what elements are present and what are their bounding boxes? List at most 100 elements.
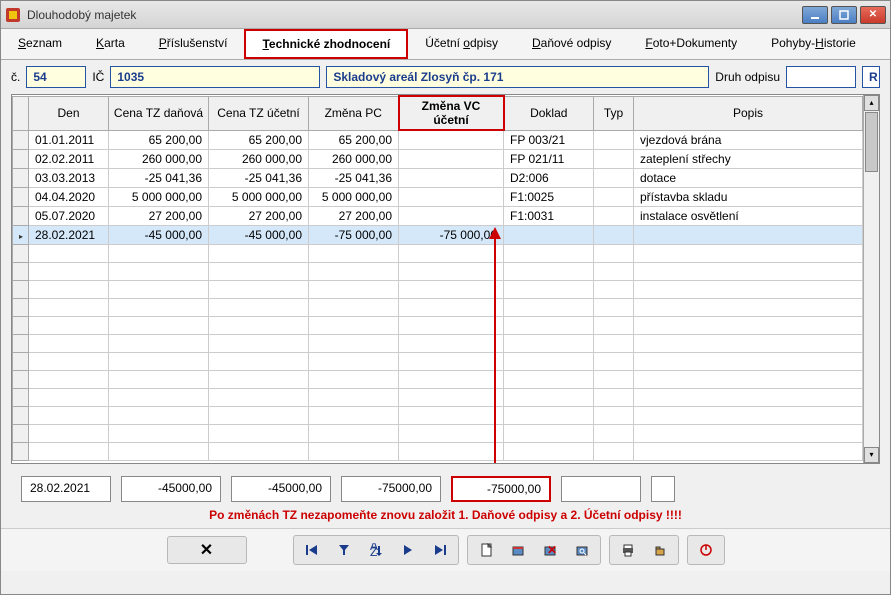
cell-zpc[interactable]	[309, 316, 399, 334]
cell-pop[interactable]: dotace	[634, 168, 863, 187]
cell-zpc[interactable]	[309, 262, 399, 280]
cell-ctzd[interactable]: -25 041,36	[109, 168, 209, 187]
table-row[interactable]	[13, 388, 863, 406]
edit-doklad[interactable]	[561, 476, 641, 502]
cell-pop[interactable]	[634, 424, 863, 442]
cell-ctzd[interactable]	[109, 442, 209, 460]
cell-dok[interactable]	[504, 244, 594, 262]
scroll-down-button[interactable]: ▾	[864, 447, 879, 463]
cell-ctzd[interactable]: 65 200,00	[109, 130, 209, 149]
cell-ctzu[interactable]	[209, 262, 309, 280]
tab-danove-odpisy[interactable]: Daňové odpisy	[515, 29, 628, 59]
edit-ctzu[interactable]: -45000,00	[231, 476, 331, 502]
cell-typ[interactable]	[594, 187, 634, 206]
cell-typ[interactable]	[594, 334, 634, 352]
edit-typ[interactable]	[651, 476, 675, 502]
cell-den[interactable]	[29, 280, 109, 298]
cell-den[interactable]	[29, 406, 109, 424]
search-button[interactable]	[568, 538, 596, 562]
cell-typ[interactable]	[594, 168, 634, 187]
cell-zvc[interactable]	[399, 206, 504, 225]
cell-typ[interactable]	[594, 130, 634, 149]
cell-typ[interactable]	[594, 370, 634, 388]
cell-den[interactable]: 28.02.2021	[29, 225, 109, 244]
scroll-thumb[interactable]	[865, 112, 878, 172]
cell-typ[interactable]	[594, 442, 634, 460]
edit-zvc[interactable]: -75000,00	[451, 476, 551, 502]
first-button[interactable]	[298, 538, 326, 562]
cell-ctzd[interactable]: -45 000,00	[109, 225, 209, 244]
cell-den[interactable]	[29, 388, 109, 406]
print-button[interactable]	[614, 538, 642, 562]
cell-den[interactable]	[29, 298, 109, 316]
cell-zpc[interactable]	[309, 424, 399, 442]
ic-field[interactable]: 1035	[110, 66, 320, 88]
name-field[interactable]: Skladový areál Zlosyň čp. 171	[326, 66, 709, 88]
cell-zpc[interactable]	[309, 298, 399, 316]
cell-typ[interactable]	[594, 206, 634, 225]
cell-zpc[interactable]: 260 000,00	[309, 149, 399, 168]
cell-typ[interactable]	[594, 149, 634, 168]
cell-zvc[interactable]	[399, 352, 504, 370]
cell-ctzd[interactable]	[109, 316, 209, 334]
cell-typ[interactable]	[594, 424, 634, 442]
cell-pop[interactable]: přístavba skladu	[634, 187, 863, 206]
cell-ctzu[interactable]	[209, 334, 309, 352]
cell-ctzu[interactable]	[209, 370, 309, 388]
table-row[interactable]	[13, 334, 863, 352]
cell-dok[interactable]	[504, 262, 594, 280]
cell-typ[interactable]	[594, 225, 634, 244]
cell-zpc[interactable]	[309, 442, 399, 460]
cell-zpc[interactable]	[309, 406, 399, 424]
cell-ctzu[interactable]	[209, 298, 309, 316]
last-button[interactable]	[426, 538, 454, 562]
cell-ctzu[interactable]: 27 200,00	[209, 206, 309, 225]
table-row[interactable]: 28.02.2021-45 000,00-45 000,00-75 000,00…	[13, 225, 863, 244]
cell-pop[interactable]	[634, 316, 863, 334]
edit-zpc[interactable]: -75000,00	[341, 476, 441, 502]
cell-zvc[interactable]	[399, 187, 504, 206]
cell-den[interactable]	[29, 316, 109, 334]
cell-ctzd[interactable]	[109, 370, 209, 388]
tab-seznam[interactable]: Seznam	[1, 29, 79, 59]
cell-zvc[interactable]	[399, 149, 504, 168]
cell-ctzu[interactable]	[209, 388, 309, 406]
cell-zpc[interactable]	[309, 244, 399, 262]
edit-ctzd[interactable]: -45000,00	[121, 476, 221, 502]
table-row[interactable]	[13, 424, 863, 442]
cell-zvc[interactable]	[399, 244, 504, 262]
cell-zvc[interactable]	[399, 262, 504, 280]
table-row[interactable]	[13, 244, 863, 262]
cell-dok[interactable]	[504, 406, 594, 424]
cell-zvc[interactable]	[399, 424, 504, 442]
cell-zvc[interactable]	[399, 130, 504, 149]
cell-ctzu[interactable]: -25 041,36	[209, 168, 309, 187]
cell-dok[interactable]	[504, 370, 594, 388]
table-row[interactable]: 04.04.20205 000 000,005 000 000,005 000 …	[13, 187, 863, 206]
cell-den[interactable]	[29, 352, 109, 370]
cell-ctzd[interactable]	[109, 406, 209, 424]
cell-zpc[interactable]	[309, 280, 399, 298]
cell-dok[interactable]: FP 021/11	[504, 149, 594, 168]
cell-zpc[interactable]: -25 041,36	[309, 168, 399, 187]
edit-date[interactable]: 28.02.2021	[21, 476, 111, 502]
col-popis[interactable]: Popis	[634, 96, 863, 130]
table-row[interactable]	[13, 352, 863, 370]
cell-ctzd[interactable]	[109, 334, 209, 352]
cell-ctzu[interactable]	[209, 280, 309, 298]
druh-r-field[interactable]: R	[862, 66, 880, 88]
export-button[interactable]	[646, 538, 674, 562]
cell-dok[interactable]	[504, 424, 594, 442]
col-ctzd[interactable]: Cena TZ daňová	[109, 96, 209, 130]
col-ctzu[interactable]: Cena TZ účetní	[209, 96, 309, 130]
tab-technicke-zhodnoceni[interactable]: Technické zhodnocení	[244, 29, 408, 59]
col-zvc[interactable]: Změna VC účetní	[399, 96, 504, 130]
cell-zvc[interactable]: -75 000,00	[399, 225, 504, 244]
cell-pop[interactable]	[634, 388, 863, 406]
cell-zvc[interactable]	[399, 168, 504, 187]
cell-dok[interactable]	[504, 316, 594, 334]
table-row[interactable]	[13, 316, 863, 334]
cell-zvc[interactable]	[399, 406, 504, 424]
cell-zpc[interactable]: -75 000,00	[309, 225, 399, 244]
vertical-scrollbar[interactable]: ▴ ▾	[863, 95, 879, 463]
